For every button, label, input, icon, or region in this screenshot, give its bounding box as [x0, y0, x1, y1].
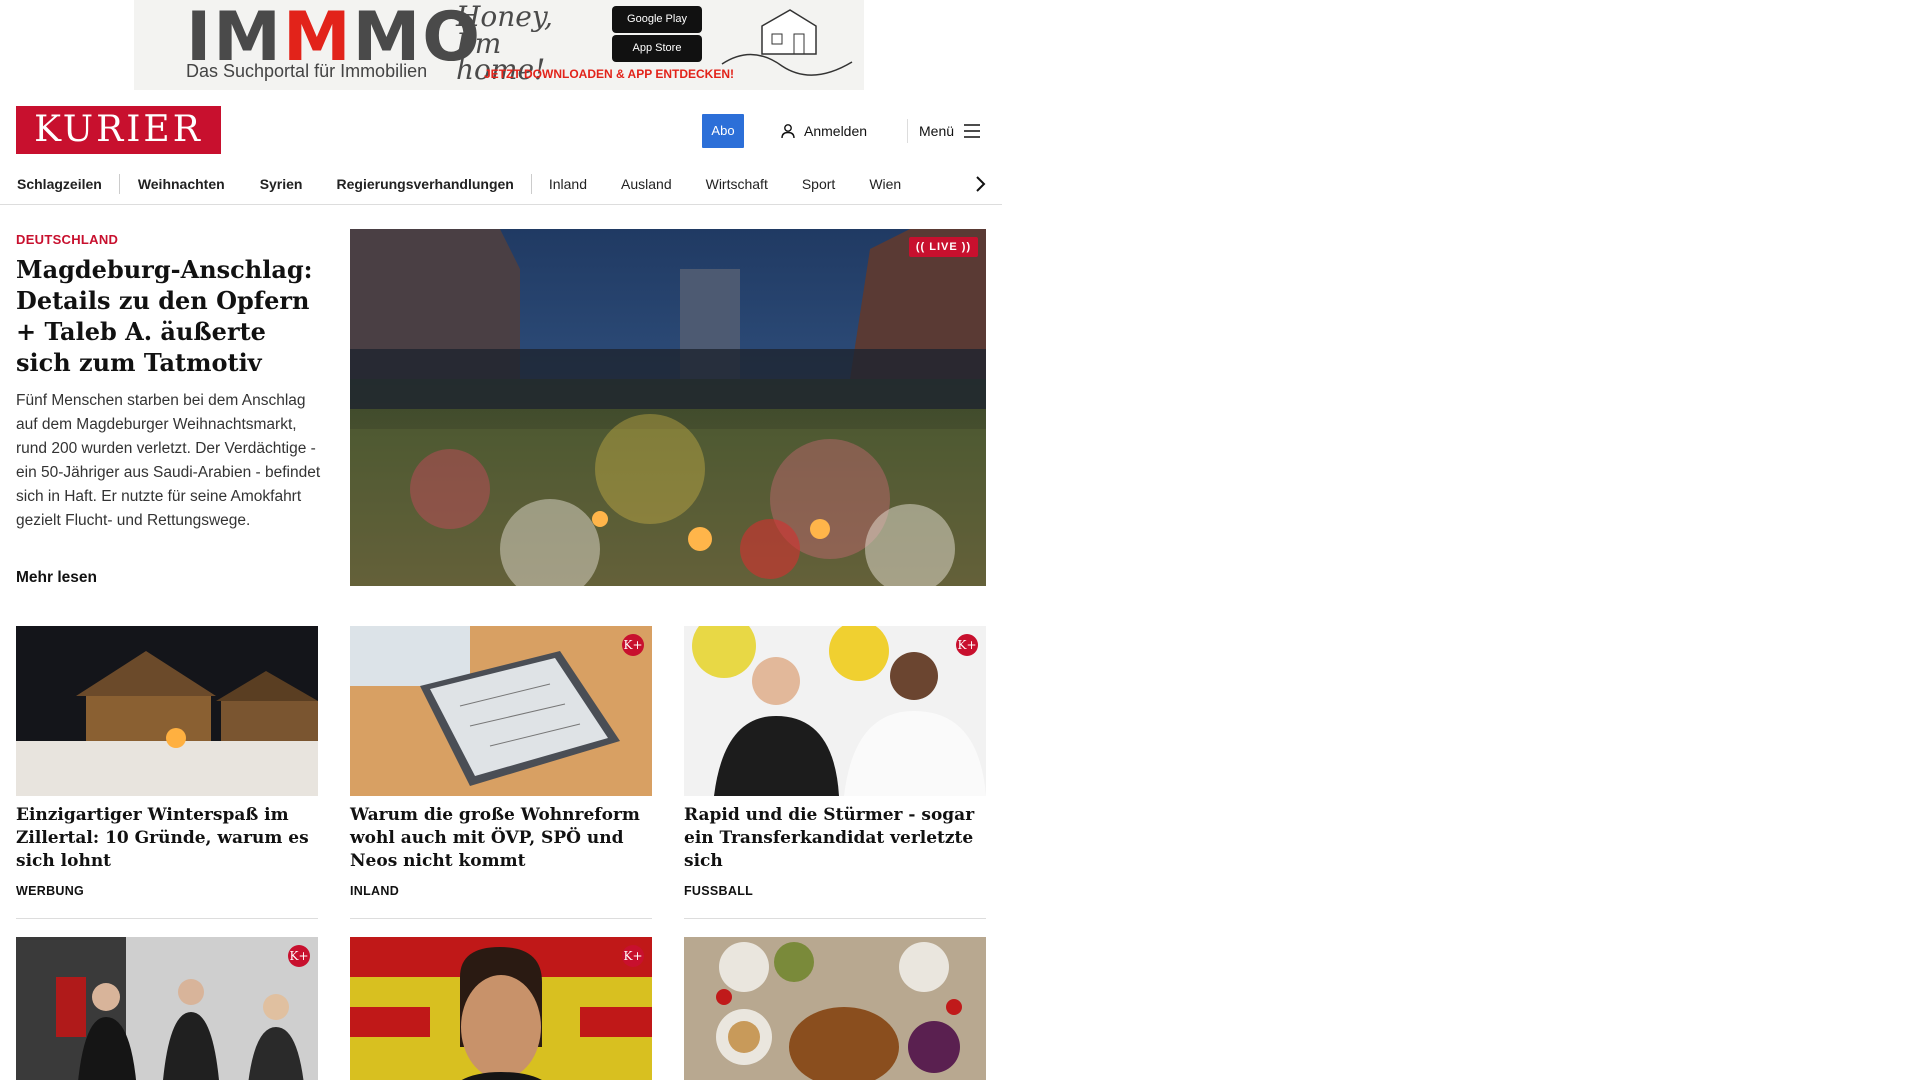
nav-item-wien[interactable]: Wien — [852, 163, 918, 205]
kplus-badge: K+ — [956, 634, 978, 656]
article-title[interactable]: Einzigartiger Winterspaß im Zillertal: 1… — [16, 804, 318, 873]
nav-item-weihnachten[interactable]: Weihnachten — [120, 163, 243, 205]
rapid-signing-photo — [684, 626, 986, 796]
app-store-button[interactable]: App Store — [612, 35, 702, 62]
read-more-link[interactable]: Mehr lesen — [16, 570, 97, 586]
hamburger-icon — [964, 124, 981, 138]
kplus-badge: K+ — [622, 634, 644, 656]
nav-item-syrien[interactable]: Syrien — [243, 163, 320, 205]
ad-banner[interactable]: IMMMO Das Suchportal für Immobilien Hone… — [134, 0, 864, 90]
google-play-button[interactable]: Google Play — [612, 6, 702, 33]
winter-market-photo — [16, 626, 318, 796]
article-image[interactable]: K+ — [684, 626, 986, 796]
house-in-hand-icon — [721, 9, 853, 76]
athlete-portrait-photo — [350, 937, 652, 1080]
card-divider — [16, 918, 318, 919]
lead-teaser: Fünf Menschen starben bei dem Anschlag a… — [16, 392, 321, 529]
article-image[interactable]: K+ — [350, 937, 652, 1080]
section-nav: Schlagzeilen Weihnachten Syrien Regierun… — [0, 163, 1002, 205]
chevron-right-icon — [976, 176, 986, 192]
article-card[interactable]: Einzigartiger Winterspaß im Zillertal: 1… — [16, 626, 318, 898]
login-button[interactable]: Anmelden — [780, 120, 867, 142]
nav-next-arrow[interactable] — [966, 163, 996, 205]
ad-cta[interactable]: JETZT DOWNLOADEN & APP ENTDECKEN! — [484, 68, 734, 80]
nav-item-sport[interactable]: Sport — [785, 163, 852, 205]
article-card[interactable]: K+ Rapid und die Stürmer - sogar ein Tra… — [684, 626, 986, 898]
press-conference-photo — [16, 937, 318, 1080]
article-title[interactable]: Warum die große Wohnreform wohl auch mit… — [350, 804, 652, 873]
article-category[interactable]: FUSSBALL — [684, 885, 986, 898]
live-badge: (( LIVE )) — [909, 237, 978, 257]
article-image[interactable] — [684, 937, 986, 1080]
nav-item-ausland[interactable]: Ausland — [604, 163, 689, 205]
kurier-logo[interactable]: KURIER — [16, 106, 221, 154]
article-card[interactable]: K+ — [350, 937, 652, 1080]
lead-kicker[interactable]: DEUTSCHLAND — [16, 233, 118, 246]
christmas-dinner-photo — [684, 937, 986, 1080]
article-category[interactable]: INLAND — [350, 885, 652, 898]
nav-item-inland[interactable]: Inland — [532, 163, 604, 205]
card-divider — [350, 918, 652, 919]
abo-button[interactable]: Abo — [702, 114, 744, 148]
nav-item-wirtschaft[interactable]: Wirtschaft — [689, 163, 785, 205]
memorial-photo — [350, 229, 986, 586]
menu-button[interactable]: Menü — [919, 120, 981, 142]
header-divider — [907, 119, 908, 143]
user-icon — [781, 124, 795, 139]
menu-label: Menü — [919, 123, 955, 139]
kplus-badge: K+ — [622, 945, 644, 967]
article-title[interactable]: Rapid und die Stürmer - sogar ein Transf… — [684, 804, 986, 873]
live-label: LIVE — [929, 241, 958, 253]
article-image[interactable] — [16, 626, 318, 796]
login-label: Anmelden — [804, 123, 868, 139]
ad-tagline: Das Suchportal für Immobilien — [186, 61, 428, 81]
article-card[interactable]: K+ — [16, 937, 318, 1080]
floorplan-tablet-photo — [350, 626, 652, 796]
article-image[interactable]: K+ — [16, 937, 318, 1080]
article-category[interactable]: WERBUNG — [16, 885, 318, 898]
article-card[interactable]: K+ Warum die große Wohnreform wohl auch … — [350, 626, 652, 898]
kplus-badge: K+ — [288, 945, 310, 967]
lead-image[interactable] — [350, 229, 986, 586]
article-card[interactable] — [684, 937, 986, 1080]
lead-title[interactable]: Magdeburg-Anschlag: Details zu den Opfer… — [16, 254, 326, 378]
nav-item-schlagzeilen[interactable]: Schlagzeilen — [0, 163, 119, 205]
article-image[interactable]: K+ — [350, 626, 652, 796]
card-divider — [684, 918, 986, 919]
nav-item-regierungsverhandlungen[interactable]: Regierungsverhandlungen — [320, 163, 531, 205]
